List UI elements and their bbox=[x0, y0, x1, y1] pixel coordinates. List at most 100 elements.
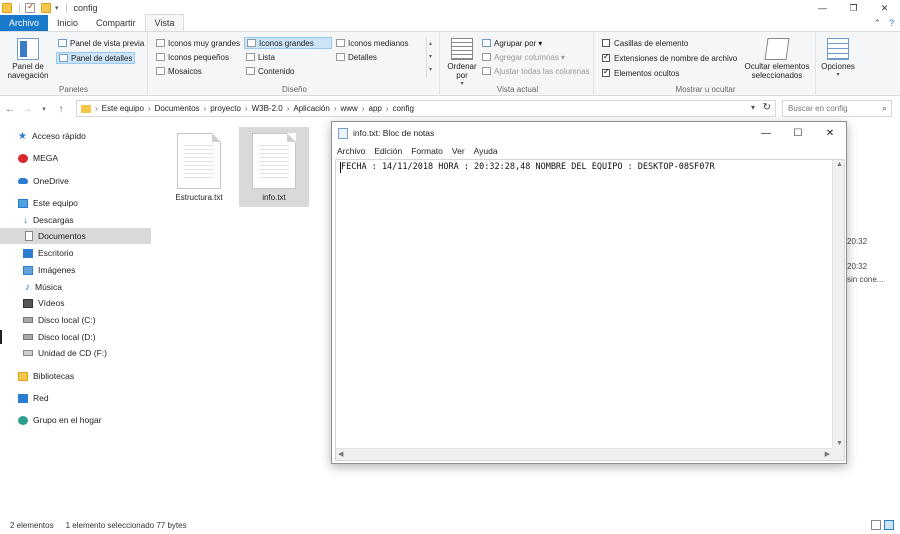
chevron-right-icon[interactable]: › bbox=[334, 104, 337, 113]
size-columns-button[interactable]: Ajustar todas las columnas bbox=[480, 65, 592, 77]
close-button[interactable]: ✕ bbox=[869, 0, 900, 16]
scroll-up-icon[interactable]: ▲ bbox=[836, 161, 843, 168]
chevron-right-icon[interactable]: › bbox=[362, 104, 365, 113]
folder-icon bbox=[81, 104, 91, 113]
menu-formato[interactable]: Formato bbox=[407, 146, 447, 156]
breadcrumb-item[interactable]: W3B-2.0 bbox=[252, 104, 283, 113]
nav-item-cd-drive[interactable]: Unidad de CD (F:) bbox=[0, 345, 151, 361]
chevron-right-icon[interactable]: › bbox=[204, 104, 207, 113]
menu-archivo[interactable]: Archivo bbox=[333, 146, 369, 156]
cd-icon bbox=[23, 350, 33, 356]
item-checkboxes-toggle[interactable]: Casillas de elemento bbox=[600, 37, 690, 49]
nav-item-videos[interactable]: Vídeos bbox=[0, 295, 151, 311]
menu-ver[interactable]: Ver bbox=[448, 146, 469, 156]
forward-arrow-icon[interactable]: → bbox=[20, 104, 34, 115]
breadcrumb-item[interactable]: proyecto bbox=[210, 104, 241, 113]
breadcrumb-item[interactable]: app bbox=[369, 104, 382, 113]
properties-icon[interactable] bbox=[25, 1, 35, 13]
notepad-minimize-button[interactable]: — bbox=[750, 122, 782, 144]
chevron-right-icon[interactable]: › bbox=[386, 104, 389, 113]
up-arrow-icon[interactable]: ↑ bbox=[54, 104, 68, 115]
nav-item-documents[interactable]: Documentos bbox=[0, 228, 151, 244]
chevron-right-icon[interactable]: › bbox=[148, 104, 151, 113]
tab-compartir[interactable]: Compartir bbox=[87, 15, 145, 31]
preview-pane-button[interactable]: Panel de vista previa bbox=[56, 37, 146, 49]
search-input[interactable]: Buscar en config ⌕ bbox=[782, 100, 892, 117]
notepad-icon bbox=[338, 127, 348, 139]
chevron-right-icon[interactable]: › bbox=[95, 104, 98, 113]
medium-icons-option[interactable]: Iconos medianos bbox=[334, 37, 410, 49]
search-icon[interactable]: ⌕ bbox=[882, 103, 887, 114]
file-item[interactable]: info.txt bbox=[239, 127, 309, 207]
layout-scroll[interactable]: ▴ ▾ ▾ bbox=[426, 38, 434, 78]
hidden-items-toggle[interactable]: Elementos ocultos bbox=[600, 67, 681, 79]
file-item[interactable]: Estructura.txt bbox=[164, 127, 234, 207]
chevron-right-icon[interactable]: › bbox=[245, 104, 248, 113]
minimize-button[interactable]: — bbox=[807, 0, 838, 16]
maximize-button[interactable]: ❐ bbox=[838, 0, 869, 16]
address-dropdown-icon[interactable]: ▾ bbox=[751, 103, 755, 112]
content-option[interactable]: Contenido bbox=[244, 65, 296, 77]
vertical-scrollbar[interactable]: ▲ ▼ bbox=[832, 160, 844, 448]
scroll-down-icon[interactable]: ▼ bbox=[836, 440, 843, 447]
tab-archivo[interactable]: Archivo bbox=[0, 15, 49, 31]
nav-item-onedrive[interactable]: OneDrive bbox=[0, 173, 151, 189]
group-by-button[interactable]: Agrupar por ▾ bbox=[480, 37, 544, 49]
sort-by-button[interactable]: Ordenar por ▾ bbox=[444, 38, 480, 89]
menu-edicion[interactable]: Edición bbox=[370, 146, 406, 156]
hide-selected-button[interactable]: Ocultar elementos seleccionados bbox=[740, 38, 814, 80]
help-icon[interactable]: ? bbox=[889, 18, 894, 29]
nav-item-homegroup[interactable]: Grupo en el hogar bbox=[0, 412, 151, 428]
back-arrow-icon[interactable]: ← bbox=[3, 104, 17, 115]
notepad-close-button[interactable]: ✕ bbox=[814, 122, 846, 144]
nav-item-desktop[interactable]: Escritorio bbox=[0, 245, 151, 261]
tab-inicio[interactable]: Inicio bbox=[48, 15, 87, 31]
details-option[interactable]: Detalles bbox=[334, 51, 379, 63]
nav-pane-button[interactable]: Panel de navegación bbox=[4, 38, 52, 80]
add-columns-button[interactable]: Agregar columnas ▾ bbox=[480, 51, 567, 63]
recent-dropdown-icon[interactable]: ▾ bbox=[37, 105, 51, 113]
tiles-option[interactable]: Mosaicos bbox=[154, 65, 204, 77]
breadcrumb-item[interactable]: www bbox=[341, 104, 358, 113]
nav-item-label: Unidad de CD (F:) bbox=[38, 348, 107, 358]
nav-item-label: Bibliotecas bbox=[33, 371, 75, 381]
nav-item-quick-access[interactable]: ★ Acceso rápido bbox=[0, 128, 151, 144]
breadcrumb-item[interactable]: Documentos bbox=[155, 104, 200, 113]
scroll-right-icon[interactable]: ▶ bbox=[825, 450, 830, 458]
chevron-right-icon[interactable]: › bbox=[287, 104, 290, 113]
tab-vista[interactable]: Vista bbox=[144, 14, 185, 31]
breadcrumb-item[interactable]: Este equipo bbox=[102, 104, 144, 113]
large-icons-view-icon[interactable] bbox=[884, 520, 894, 530]
scroll-left-icon[interactable]: ◀ bbox=[338, 450, 343, 458]
nav-item-label: Este equipo bbox=[33, 198, 78, 208]
notepad-maximize-button[interactable]: ☐ bbox=[782, 122, 814, 144]
nav-item-libraries[interactable]: Bibliotecas bbox=[0, 368, 151, 384]
nav-item-this-pc[interactable]: Este equipo bbox=[0, 195, 151, 211]
address-bar[interactable]: › Este equipo › Documentos › proyecto › … bbox=[76, 100, 776, 117]
nav-item-mega[interactable]: MEGA bbox=[0, 150, 151, 166]
details-pane-button[interactable]: Panel de detalles bbox=[56, 52, 136, 64]
file-extensions-toggle[interactable]: Extensiones de nombre de archivo bbox=[600, 52, 739, 64]
nav-item-disk-d[interactable]: Disco local (D:) bbox=[0, 329, 151, 345]
notepad-title-bar[interactable]: info.txt: Bloc de notas — ☐ ✕ bbox=[332, 122, 846, 144]
nav-item-music[interactable]: ♪ Música bbox=[0, 279, 151, 295]
list-option[interactable]: Lista bbox=[244, 51, 277, 63]
quick-access-dropdown-icon[interactable]: ▾ bbox=[55, 4, 59, 12]
horizontal-scrollbar[interactable]: ◀ ▶ bbox=[336, 448, 832, 460]
small-icons-option[interactable]: Iconos pequeños bbox=[154, 51, 231, 63]
notepad-text-area[interactable]: FECHA : 14/11/2018 HORA : 20:32:28,48 NO… bbox=[335, 159, 845, 461]
nav-item-downloads[interactable]: ↓ Descargas bbox=[0, 212, 151, 228]
breadcrumb-item[interactable]: Aplicación bbox=[293, 104, 329, 113]
nav-item-network[interactable]: Red bbox=[0, 390, 151, 406]
large-icons-option[interactable]: Iconos grandes bbox=[244, 37, 332, 49]
options-button[interactable]: Opciones ▾ bbox=[818, 38, 858, 80]
refresh-icon[interactable]: ↻ bbox=[763, 102, 771, 113]
collapse-ribbon-icon[interactable]: ⌃ bbox=[873, 18, 881, 29]
nav-item-pictures[interactable]: Imágenes bbox=[0, 262, 151, 278]
details-view-icon[interactable] bbox=[871, 520, 881, 530]
breadcrumb-item[interactable]: config bbox=[393, 104, 414, 113]
new-folder-icon[interactable] bbox=[41, 3, 51, 13]
extra-large-icons-option[interactable]: Iconos muy grandes bbox=[154, 37, 242, 49]
menu-ayuda[interactable]: Ayuda bbox=[470, 146, 502, 156]
nav-item-disk-c[interactable]: Disco local (C:) bbox=[0, 312, 151, 328]
